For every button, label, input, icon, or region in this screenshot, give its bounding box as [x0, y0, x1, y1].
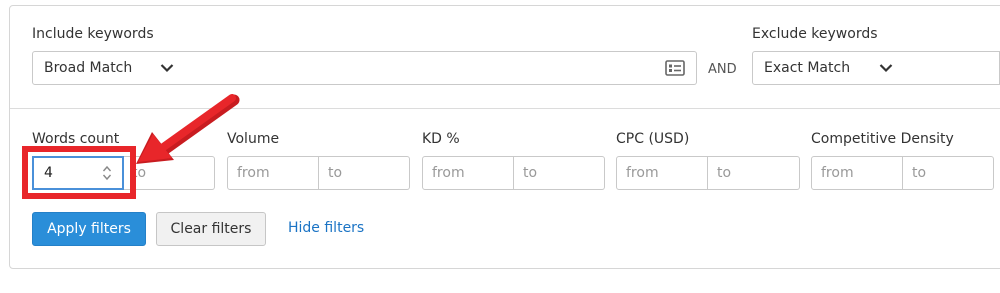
hide-filters-link[interactable]: Hide filters	[288, 220, 364, 236]
exclude-match-type-select[interactable]: Exact Match	[752, 51, 905, 85]
kd-to-input[interactable]: to	[514, 156, 605, 190]
competitive-density-from-placeholder: from	[821, 165, 854, 181]
cpc-to-placeholder: to	[717, 165, 732, 181]
competitive-density-label: Competitive Density	[811, 131, 954, 147]
and-joiner: AND	[708, 62, 737, 77]
exclude-match-type-value: Exact Match	[764, 60, 851, 76]
highlight-box	[22, 146, 136, 199]
cpc-to-input[interactable]: to	[708, 156, 800, 190]
cpc-label: CPC (USD)	[616, 131, 690, 147]
words-count-label: Words count	[32, 131, 120, 147]
include-match-type-value: Broad Match	[44, 60, 133, 76]
list-card-icon[interactable]	[665, 60, 685, 76]
competitive-density-to-input[interactable]: to	[903, 156, 994, 190]
volume-to-placeholder: to	[328, 165, 343, 181]
clear-filters-button[interactable]: Clear filters	[156, 212, 266, 246]
competitive-density-from-input[interactable]: from	[811, 156, 903, 190]
apply-filters-button[interactable]: Apply filters	[32, 212, 146, 246]
kd-from-placeholder: from	[432, 165, 465, 181]
kd-from-input[interactable]: from	[422, 156, 514, 190]
include-keywords-input[interactable]	[185, 51, 697, 85]
exclude-keywords-label: Exclude keywords	[752, 26, 878, 42]
chevron-down-icon	[160, 64, 174, 73]
chevron-down-icon	[879, 64, 893, 73]
volume-to-input[interactable]: to	[319, 156, 410, 190]
include-match-type-select[interactable]: Broad Match	[32, 51, 186, 85]
kd-label: KD %	[422, 131, 460, 147]
kd-to-placeholder: to	[523, 165, 538, 181]
cpc-from-placeholder: from	[626, 165, 659, 181]
red-arrow-icon	[136, 94, 240, 164]
exclude-keywords-input[interactable]	[904, 51, 1000, 85]
include-keywords-label: Include keywords	[32, 26, 154, 42]
cpc-from-input[interactable]: from	[616, 156, 708, 190]
competitive-density-to-placeholder: to	[912, 165, 927, 181]
